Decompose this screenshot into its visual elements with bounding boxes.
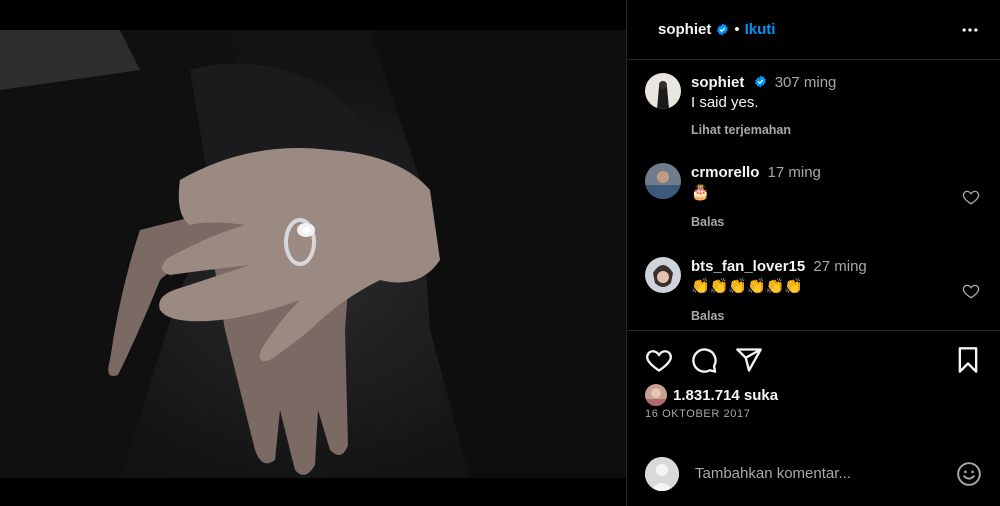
see-translation-link[interactable]: Lihat terjemahan	[691, 123, 986, 137]
post-date: 16 OKTOBER 2017	[645, 408, 751, 420]
action-bar	[645, 346, 982, 376]
comment-time[interactable]: 27 ming	[813, 258, 866, 275]
comment-icon[interactable]	[690, 346, 718, 374]
hands-with-ring-image	[0, 30, 626, 478]
reply-button[interactable]: Balas	[691, 215, 986, 229]
follow-button[interactable]: Ikuti	[745, 21, 776, 38]
add-comment-input[interactable]	[695, 465, 956, 482]
caption-time[interactable]: 307 ming	[775, 74, 837, 91]
comment-username[interactable]: bts_fan_lover15	[691, 258, 805, 275]
comment-text: 👏👏👏👏👏👏	[691, 278, 804, 295]
verified-badge-icon	[717, 23, 729, 36]
comment-username[interactable]: crmorello	[691, 164, 759, 181]
emoji-icon[interactable]	[956, 461, 982, 487]
add-comment-bar	[627, 440, 1000, 506]
bookmark-icon[interactable]	[954, 346, 982, 374]
author-username[interactable]: sophiet	[658, 21, 711, 38]
like-comment-heart-icon[interactable]	[962, 282, 980, 300]
comment-time[interactable]: 17 ming	[768, 164, 821, 181]
more-options-icon[interactable]	[960, 20, 980, 40]
post-media-pane	[0, 0, 626, 506]
avatar[interactable]	[645, 257, 681, 293]
post-photo[interactable]	[0, 30, 626, 478]
verified-badge-icon	[754, 75, 766, 88]
like-comment-heart-icon[interactable]	[962, 188, 980, 206]
avatar[interactable]	[645, 73, 681, 109]
current-user-avatar	[645, 456, 679, 491]
comment-text: 🎂	[691, 184, 710, 201]
caption-username[interactable]: sophiet	[691, 74, 744, 91]
separator-dot: •	[734, 21, 740, 38]
caption-text: I said yes.	[691, 94, 759, 111]
post-sidebar: sophiet • Ikuti sophiet 307 ming I said …	[626, 0, 1000, 506]
comment-item: bts_fan_lover15 27 ming 👏👏👏👏👏👏 Balas	[645, 257, 986, 323]
avatar[interactable]	[645, 163, 681, 199]
heart-icon[interactable]	[645, 346, 673, 374]
reply-button[interactable]: Balas	[691, 309, 986, 323]
liker-avatar[interactable]	[645, 384, 667, 406]
caption-item: sophiet 307 ming I said yes. Lihat terje…	[645, 73, 986, 137]
likes-row: 1.831.714 suka	[645, 384, 778, 406]
post-header: sophiet • Ikuti	[627, 0, 1000, 60]
likes-count[interactable]: 1.831.714 suka	[673, 387, 778, 404]
share-icon[interactable]	[735, 346, 763, 374]
comment-item: crmorello 17 ming 🎂 Balas	[645, 163, 986, 229]
comments-list[interactable]: sophiet 307 ming I said yes. Lihat terje…	[627, 61, 1000, 331]
